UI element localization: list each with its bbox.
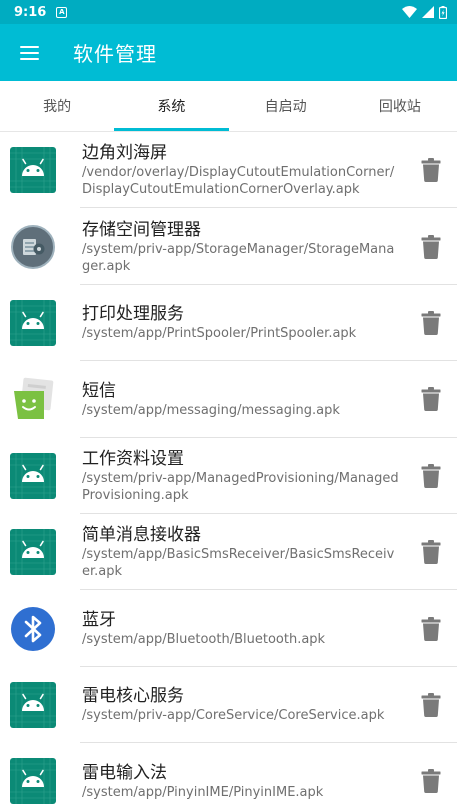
notification-icon: A [56, 6, 68, 18]
trash-icon [421, 387, 441, 412]
android-icon [10, 452, 56, 499]
app-list-item[interactable]: 存储空间管理器 /system/priv-app/StorageManager/… [0, 208, 457, 286]
app-path: /system/app/PrintSpooler/PrintSpooler.ap… [82, 326, 357, 342]
storage-icon [10, 224, 56, 270]
android-icon [10, 758, 56, 805]
tab-bar: 我的 系统 自启动 回收站 [0, 81, 457, 132]
app-name: 打印处理服务 [82, 304, 184, 325]
android-icon [10, 529, 56, 576]
app-list-item[interactable]: 蓝牙 /system/app/Bluetooth/Bluetooth.apk [0, 590, 457, 668]
app-info: 雷电输入法 /system/app/PinyinIME/PinyinIME.ap… [82, 762, 405, 801]
app-name: 蓝牙 [82, 610, 116, 631]
tab-system[interactable]: 系统 [114, 81, 229, 131]
tab-autostart[interactable]: 自启动 [229, 81, 343, 131]
trash-icon [421, 463, 441, 488]
tab-mine[interactable]: 我的 [0, 81, 114, 131]
android-icon [10, 299, 56, 346]
app-name: 雷电输入法 [82, 762, 167, 783]
page-title: 软件管理 [73, 42, 157, 66]
app-path: /vendor/overlay/DisplayCutoutEmulationCo… [82, 165, 395, 198]
app-list: 边角刘海屏 /vendor/overlay/DisplayCutoutEmula… [0, 132, 457, 812]
delete-button[interactable] [405, 438, 457, 514]
status-icons [402, 5, 447, 19]
trash-icon [421, 540, 441, 565]
app-name: 边角刘海屏 [82, 143, 167, 164]
app-list-item[interactable]: 雷电输入法 /system/app/PinyinIME/PinyinIME.ap… [0, 743, 457, 812]
delete-button[interactable] [405, 743, 457, 812]
trash-icon [421, 158, 441, 183]
app-path: /system/app/Bluetooth/Bluetooth.apk [82, 632, 326, 648]
signal-icon [422, 6, 434, 18]
app-name: 简单消息接收器 [82, 525, 201, 546]
app-list-item[interactable]: 雷电核心服务 /system/priv-app/CoreService/Core… [0, 667, 457, 744]
delete-button[interactable] [405, 132, 457, 208]
app-path: /system/app/BasicSmsReceiver/BasicSmsRec… [82, 547, 395, 580]
android-icon [10, 147, 56, 194]
delete-button[interactable] [405, 285, 457, 361]
app-info: 打印处理服务 /system/app/PrintSpooler/PrintSpo… [82, 303, 405, 342]
app-list-item[interactable]: 边角刘海屏 /vendor/overlay/DisplayCutoutEmula… [0, 132, 457, 209]
android-icon [10, 681, 56, 728]
delete-button[interactable] [405, 208, 457, 284]
app-info: 蓝牙 /system/app/Bluetooth/Bluetooth.apk [82, 609, 405, 648]
messaging-icon [10, 376, 56, 422]
bluetooth-icon [10, 606, 56, 652]
app-path: /system/app/messaging/messaging.apk [82, 402, 340, 418]
app-info: 短信 /system/app/messaging/messaging.apk [82, 380, 405, 419]
menu-button[interactable] [0, 24, 58, 81]
app-name: 短信 [82, 380, 116, 401]
menu-icon [19, 45, 39, 60]
delete-button[interactable] [405, 361, 457, 437]
delete-button[interactable] [405, 514, 457, 590]
wifi-icon [402, 6, 417, 18]
status-bar: 9:16 A [0, 0, 457, 24]
trash-icon [421, 616, 441, 641]
battery-icon [439, 5, 447, 19]
app-name: 雷电核心服务 [82, 686, 184, 707]
app-list-item[interactable]: 打印处理服务 /system/app/PrintSpooler/PrintSpo… [0, 285, 457, 362]
delete-button[interactable] [405, 667, 457, 743]
tab-recycle-bin[interactable]: 回收站 [343, 81, 457, 131]
status-time: 9:16 [14, 4, 47, 20]
trash-icon [421, 310, 441, 335]
app-path: /system/priv-app/CoreService/CoreService… [82, 708, 385, 724]
app-path: /system/app/PinyinIME/PinyinIME.apk [82, 784, 324, 800]
app-path: /system/priv-app/StorageManager/StorageM… [82, 241, 395, 274]
delete-button[interactable] [405, 590, 457, 666]
trash-icon [421, 692, 441, 717]
trash-icon [421, 234, 441, 259]
app-bar: 软件管理 [0, 24, 457, 81]
app-info: 雷电核心服务 /system/priv-app/CoreService/Core… [82, 685, 405, 724]
app-name: 存储空间管理器 [82, 219, 201, 240]
app-path: /system/priv-app/ManagedProvisioning/Man… [82, 470, 399, 503]
app-name: 工作资料设置 [82, 448, 184, 469]
trash-icon [421, 769, 441, 794]
app-list-item[interactable]: 短信 /system/app/messaging/messaging.apk [0, 361, 457, 438]
app-info: 简单消息接收器 /system/app/BasicSmsReceiver/Bas… [82, 524, 405, 580]
app-info: 边角刘海屏 /vendor/overlay/DisplayCutoutEmula… [82, 142, 405, 198]
app-list-item[interactable]: 简单消息接收器 /system/app/BasicSmsReceiver/Bas… [0, 514, 457, 591]
app-list-item[interactable]: 工作资料设置 /system/priv-app/ManagedProvision… [0, 438, 457, 515]
app-info: 存储空间管理器 /system/priv-app/StorageManager/… [82, 219, 405, 275]
app-info: 工作资料设置 /system/priv-app/ManagedProvision… [82, 448, 405, 504]
